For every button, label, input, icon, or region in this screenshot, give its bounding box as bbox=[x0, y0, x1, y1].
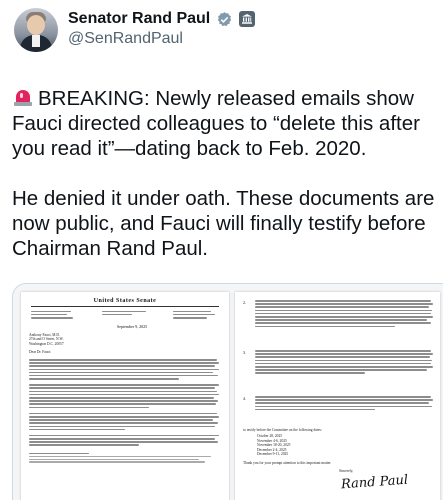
letter-date: September 9, 2025 bbox=[117, 323, 148, 329]
document-page-2: 2. 3. 4. to testify before the Committee… bbox=[235, 292, 440, 500]
building-glyph bbox=[242, 14, 253, 24]
tweet-header: Senator Rand Paul @SenRandPaul bbox=[0, 0, 443, 76]
list-number-2: 2. bbox=[243, 300, 246, 305]
avatar[interactable] bbox=[14, 8, 58, 52]
senate-letterhead-title: United States Senate bbox=[93, 298, 157, 304]
list-item-3-text bbox=[255, 350, 433, 374]
salutation: Dear Dr. Fauci: bbox=[29, 350, 52, 355]
author-display-name[interactable]: Senator Rand Paul bbox=[68, 10, 210, 28]
author-name-row: Senator Rand Paul bbox=[68, 8, 256, 30]
testimony-dates-list: October 28, 2025 November 4-6, 2025 Nove… bbox=[257, 434, 290, 457]
document-page-1: United States Senate September 9, 2025 A… bbox=[21, 292, 229, 500]
list-number-4: 4. bbox=[243, 396, 246, 401]
tweet-body: BREAKING: Newly released emails show Fau… bbox=[12, 86, 437, 286]
list-item-4-text bbox=[255, 396, 433, 411]
tweet-paragraph-1-text: BREAKING: Newly released emails show Fau… bbox=[12, 87, 420, 160]
committee-members-list bbox=[31, 309, 219, 319]
attached-document-image[interactable]: United States Senate September 9, 2025 A… bbox=[12, 283, 443, 500]
recipient-address: Anthony Fauci, M.D. 27th and O Street, N… bbox=[29, 332, 64, 346]
verified-badge-icon[interactable] bbox=[216, 11, 233, 28]
testimony-date: December 9-11, 2025 bbox=[257, 452, 289, 457]
closing: Sincerely, bbox=[339, 469, 354, 473]
signature: Rand Paul bbox=[340, 472, 409, 493]
list-item-2-text bbox=[255, 300, 433, 328]
letter-body-text bbox=[29, 358, 221, 463]
avatar-face bbox=[27, 15, 45, 35]
tweet-paragraph-1: BREAKING: Newly released emails show Fau… bbox=[12, 86, 437, 161]
avatar-shirt bbox=[32, 35, 40, 47]
list-number-3: 3. bbox=[243, 350, 246, 355]
government-building-icon[interactable] bbox=[239, 11, 256, 27]
letterhead: United States Senate bbox=[21, 298, 229, 319]
police-siren-icon bbox=[12, 87, 34, 107]
author-handle[interactable]: @SenRandPaul bbox=[68, 30, 183, 48]
closing-thanks: Thank you for your prompt attention to t… bbox=[243, 461, 332, 465]
testimony-dates-intro: to testify before the Committee on the f… bbox=[243, 428, 322, 432]
tweet-paragraph-2: He denied it under oath. These documents… bbox=[12, 187, 435, 260]
